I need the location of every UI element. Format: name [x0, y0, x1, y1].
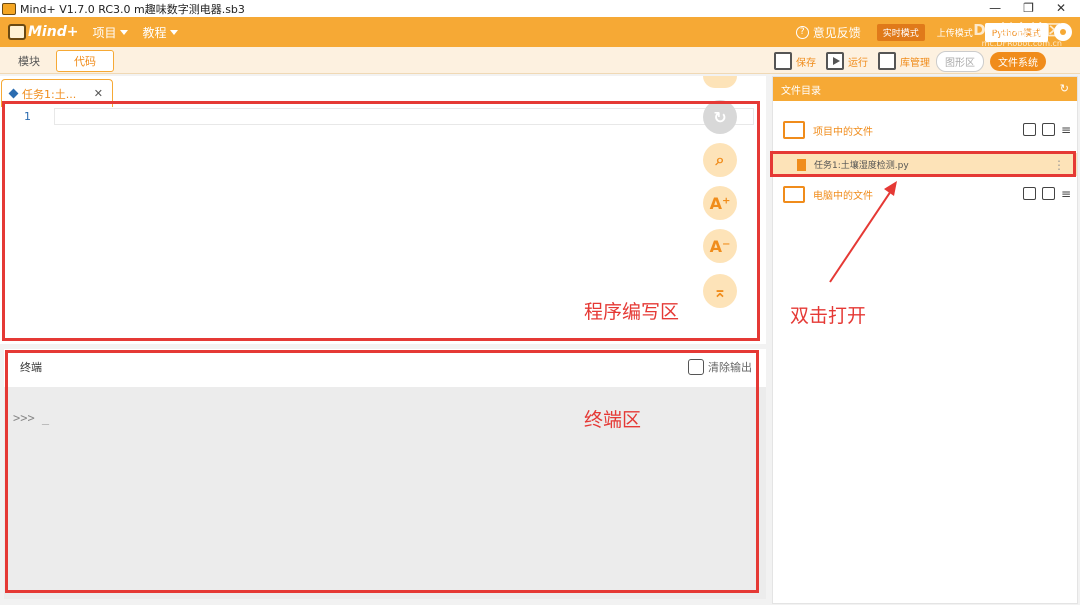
project-files-actions: ≡	[1022, 123, 1071, 137]
view-tab-row: 模块 代码 保存 运行 库管理 图形区 文件系统	[0, 47, 1080, 74]
library-button[interactable]: 库管理	[878, 52, 930, 70]
menu-project[interactable]: 项目	[92, 24, 129, 41]
python-file-icon	[8, 88, 19, 99]
logo-text: Mind+	[28, 24, 79, 40]
run-button[interactable]: 运行	[826, 52, 868, 70]
grid-area-button[interactable]: 图形区	[936, 50, 984, 72]
maximize-button[interactable]: ❐	[1023, 0, 1034, 16]
refresh-icon[interactable]: ↻	[1060, 82, 1069, 95]
filesystem-button[interactable]: 文件系统	[990, 51, 1046, 71]
upload-mode-button[interactable]: 上传模式	[931, 24, 979, 41]
robot-logo-icon	[8, 24, 26, 40]
menu-icon[interactable]: ≡	[1061, 123, 1071, 137]
file-directory-header: 文件目录 ↻	[773, 77, 1077, 101]
caret-down-icon	[170, 29, 179, 35]
main-menu: 项目 教程	[92, 24, 192, 41]
save-icon	[774, 52, 792, 70]
file-item-highlight	[770, 151, 1076, 177]
project-files-label: 项目中的文件	[813, 126, 873, 138]
new-file-icon[interactable]	[1022, 123, 1036, 136]
computer-files-actions: ≡	[1022, 187, 1071, 201]
project-files-section[interactable]: 项目中的文件 ≡	[783, 119, 1073, 141]
menu-project-label: 项目	[92, 25, 117, 40]
menu-bar: Mind+ 项目 教程 ? 意见反馈 实时模式 上传模式 Python模式 DF…	[0, 17, 1080, 48]
new-folder-icon[interactable]	[1041, 187, 1055, 200]
watermark: DF创客社区	[973, 21, 1062, 39]
menu-tutorial-label: 教程	[142, 25, 167, 40]
run-label: 运行	[848, 57, 868, 69]
feedback-button[interactable]: ? 意见反馈	[795, 24, 861, 41]
close-button[interactable]: ✕	[1056, 0, 1066, 16]
editor-area-label: 程序编写区	[584, 301, 680, 323]
file-directory-title: 文件目录	[781, 85, 821, 97]
feedback-label: 意见反馈	[812, 25, 861, 40]
question-icon: ?	[795, 25, 809, 39]
menu-tutorial[interactable]: 教程	[142, 24, 179, 41]
grid-label: 图形区	[945, 57, 975, 69]
file-tab-label: 任务1:土...	[22, 87, 77, 101]
window-titlebar: Mind+ V1.7.0 RC3.0 m趣味数字测电器.sb3 — ❐ ✕	[0, 0, 1080, 17]
new-folder-icon[interactable]	[1041, 123, 1055, 136]
window-title: Mind+ V1.7.0 RC3.0 m趣味数字测电器.sb3	[20, 2, 245, 16]
filesystem-label: 文件系统	[998, 57, 1038, 69]
library-label: 库管理	[900, 57, 930, 69]
tab-blocks[interactable]: 模块	[0, 50, 58, 72]
play-icon	[826, 52, 844, 70]
app-icon	[2, 2, 16, 15]
window-controls: — ❐ ✕	[989, 0, 1066, 16]
save-button[interactable]: 保存	[774, 52, 816, 70]
realtime-mode-button[interactable]: 实时模式	[876, 23, 925, 41]
undo-icon[interactable]	[703, 76, 737, 88]
toolbar: 保存 运行 库管理 图形区 文件系统	[770, 50, 1046, 72]
close-icon[interactable]: ✕	[94, 87, 103, 100]
save-label: 保存	[796, 57, 816, 69]
computer-files-label: 电脑中的文件	[813, 190, 873, 202]
monitor-icon	[783, 185, 805, 203]
app-logo: Mind+	[8, 24, 78, 40]
minimize-button[interactable]: —	[989, 0, 1001, 16]
terminal-area-highlight	[5, 350, 759, 593]
computer-files-section[interactable]: 电脑中的文件 ≡	[783, 183, 1073, 205]
new-file-icon[interactable]	[1022, 187, 1036, 200]
double-click-label: 双击打开	[790, 305, 867, 327]
menu-icon[interactable]: ≡	[1061, 187, 1071, 201]
terminal-area-label: 终端区	[584, 409, 642, 431]
library-icon	[878, 52, 896, 70]
tab-code[interactable]: 代码	[56, 50, 114, 72]
folder-icon	[783, 121, 805, 139]
caret-down-icon	[120, 29, 129, 35]
